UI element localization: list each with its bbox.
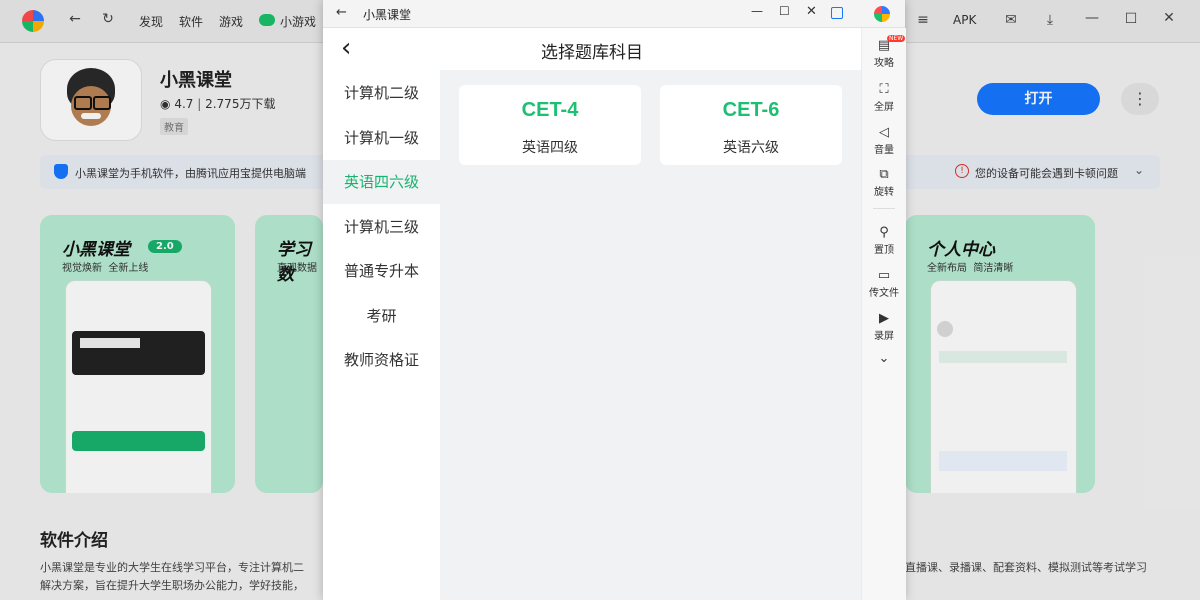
window-title: 小黑课堂	[363, 8, 412, 22]
intro-text-right: 直播课、录播课、配套资料、模拟测试等考试学习	[905, 561, 1147, 574]
close-icon[interactable]: ✕	[1160, 10, 1178, 26]
card-title: 个人中心	[927, 240, 995, 260]
phone-mockup	[930, 280, 1077, 493]
toolbar-expand[interactable]: ⌄	[862, 351, 906, 367]
minimize-icon[interactable]: —	[751, 4, 763, 18]
rating-value: 4.7	[174, 97, 194, 111]
title-back-icon[interactable]: ←	[336, 5, 347, 20]
notice-text: 小黑课堂为手机软件，由腾讯应用宝提供电脑端	[75, 167, 306, 180]
tool-label: 全屏	[874, 102, 894, 113]
nav-mini-games[interactable]: 小游戏	[280, 13, 316, 30]
maximize-icon[interactable]: ☐	[1122, 11, 1140, 27]
message-icon[interactable]: ✉	[1002, 12, 1020, 28]
app-header: ‹ 选择题库科目	[323, 28, 861, 70]
emulator-window: ← 小黑课堂 — ☐ ✕ ‹ 选择题库科目 计算机二级 计算机一级 英语四六级 …	[323, 0, 906, 600]
app-icon	[40, 59, 142, 141]
tool-label: 旋转	[874, 187, 894, 198]
record-icon: ▶	[879, 311, 889, 326]
toolbar-divider	[873, 208, 895, 209]
sidebar-toggle-icon[interactable]	[831, 7, 843, 19]
category-tag[interactable]: 教育	[160, 118, 188, 135]
subject-code: CET-4	[521, 99, 579, 121]
rating-row: ◉ 4.7 | 2.775万下载	[160, 97, 276, 111]
menu-item-postgrad[interactable]: 考研	[323, 294, 440, 338]
phone-mockup	[65, 280, 212, 493]
menu-icon[interactable]: ≡	[914, 12, 932, 28]
emulator-toolbar: ▤ NEW 攻略 ⛶ 全屏 ◁ 音量 ⧉ 旋转 ⚲ 置顶 ▭ 传文件 ▶ 录屏	[861, 28, 906, 600]
menu-item-english-cet[interactable]: 英语四六级	[323, 160, 440, 204]
screenshot-card-1[interactable]: 小黑课堂 2.0 视觉焕新 全新上线	[40, 215, 235, 493]
card-subtitle: 直观数据	[277, 263, 317, 274]
folder-icon: ▭	[877, 268, 891, 283]
fullscreen-icon: ⛶	[879, 82, 889, 97]
mini-games-icon	[259, 14, 275, 26]
chevron-down-icon[interactable]: ⌄	[1134, 163, 1144, 177]
emulator-title-bar: ← 小黑课堂 — ☐ ✕	[323, 0, 905, 28]
tool-label: 音量	[874, 145, 894, 156]
store-logo-icon[interactable]	[22, 10, 44, 32]
tool-volume[interactable]: ◁ 音量	[862, 125, 906, 156]
nav-games[interactable]: 游戏	[219, 13, 243, 30]
card-badge: 2.0	[148, 240, 182, 253]
intro-text-line2: 解决方案，旨在提升大学生职场办公能力，学好技能，	[40, 579, 304, 592]
store-logo-icon[interactable]	[874, 6, 890, 22]
download-icon[interactable]: ⤓	[1041, 12, 1059, 28]
subject-card-cet6[interactable]: CET-6 英语六级	[660, 85, 842, 165]
minimize-icon[interactable]: —	[1083, 10, 1101, 26]
tool-label: 置顶	[874, 245, 894, 256]
nav-software[interactable]: 软件	[179, 13, 203, 30]
screenshot-card-2[interactable]: 学习数 直观数据	[255, 215, 323, 493]
open-button[interactable]: 打开	[977, 83, 1100, 115]
intro-text-left: 小黑课堂是专业的大学生在线学习平台，专注计算机二	[40, 561, 304, 574]
warning-icon: !	[955, 164, 969, 178]
card-subtitle: 全新布局 简洁清晰	[927, 263, 1014, 274]
nav-discover[interactable]: 发现	[139, 13, 163, 30]
tool-label: 录屏	[874, 331, 894, 342]
maximize-icon[interactable]: ☐	[779, 4, 790, 18]
download-count: 2.775万下载	[205, 97, 276, 111]
menu-item-upgrade-undergrad[interactable]: 普通专升本	[323, 249, 440, 293]
page-title: 选择题库科目	[541, 43, 643, 63]
card-title: 小黑课堂	[62, 240, 130, 260]
tool-pin[interactable]: ⚲ 置顶	[862, 225, 906, 256]
more-button[interactable]: ⋮	[1121, 83, 1159, 115]
back-arrow-icon[interactable]: ←	[66, 11, 84, 27]
screenshot-card-3[interactable]: 个人中心 全新布局 简洁清晰	[905, 215, 1095, 493]
menu-item-computer-level-1[interactable]: 计算机一级	[323, 116, 440, 160]
refresh-icon[interactable]: ↻	[99, 11, 117, 27]
app-name: 小黑课堂	[160, 70, 232, 91]
chevron-down-icon: ⌄	[878, 351, 890, 366]
subject-category-menu: 计算机二级 计算机一级 英语四六级 计算机三级 普通专升本 考研 教师资格证	[323, 70, 440, 600]
rotate-icon: ⧉	[879, 167, 889, 182]
subject-code: CET-6	[722, 99, 780, 121]
shield-icon	[54, 164, 68, 179]
tool-transfer-file[interactable]: ▭ 传文件	[862, 268, 906, 299]
menu-item-computer-level-2[interactable]: 计算机二级	[323, 71, 440, 115]
card-subtitle: 视觉焕新 全新上线	[62, 263, 149, 274]
tool-fullscreen[interactable]: ⛶ 全屏	[862, 82, 906, 113]
rating-icon: ◉	[160, 97, 171, 111]
tool-rotate[interactable]: ⧉ 旋转	[862, 167, 906, 198]
subject-name: 英语六级	[723, 140, 779, 156]
menu-item-computer-level-3[interactable]: 计算机三级	[323, 205, 440, 249]
subject-name: 英语四级	[522, 140, 578, 156]
close-icon[interactable]: ✕	[806, 4, 817, 19]
tool-record[interactable]: ▶ 录屏	[862, 311, 906, 342]
tool-guide[interactable]: ▤ NEW 攻略	[862, 35, 906, 69]
pin-icon: ⚲	[879, 225, 889, 240]
tool-label: 攻略	[874, 58, 894, 69]
menu-item-teacher-cert[interactable]: 教师资格证	[323, 338, 440, 382]
apk-button[interactable]: APK	[953, 13, 976, 27]
subject-card-cet4[interactable]: CET-4 英语四级	[459, 85, 641, 165]
intro-title: 软件介绍	[40, 531, 108, 551]
tool-label: 传文件	[869, 288, 899, 299]
subject-content: CET-4 英语四级 CET-6 英语六级	[440, 70, 861, 600]
warning-text[interactable]: 您的设备可能会遇到卡顿问题	[975, 165, 1118, 181]
new-badge: NEW	[887, 35, 906, 42]
volume-icon: ◁	[879, 125, 889, 140]
